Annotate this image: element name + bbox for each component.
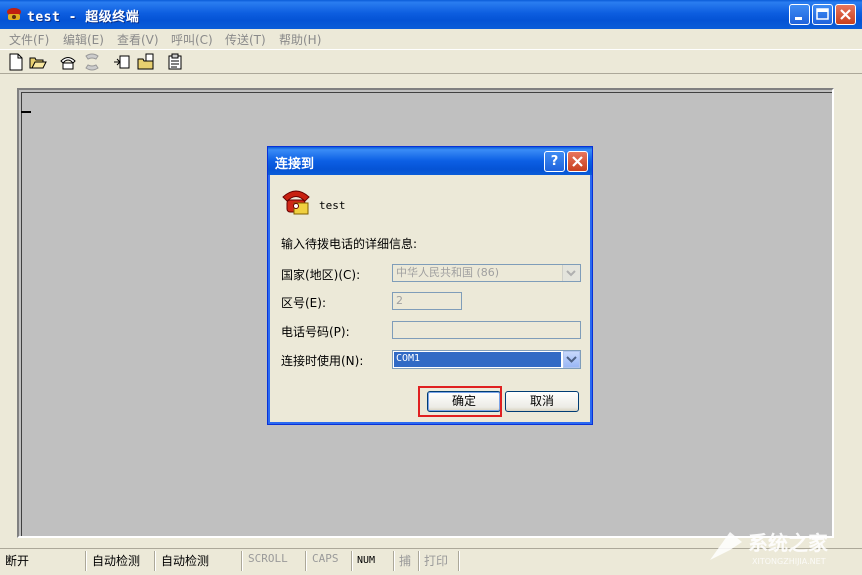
maximize-icon (816, 8, 829, 20)
phone-icon (282, 190, 310, 215)
connection-name: test (319, 199, 346, 212)
cancel-button[interactable]: 取消 (505, 391, 579, 412)
connect-to-dialog: 连接到 ? test 输入待拨电话的详细信息: 国家(地区)(C): 中华人民共… (267, 146, 593, 425)
hyperterminal-icon (7, 8, 21, 20)
title-bar[interactable]: test - 超级终端 (0, 0, 862, 29)
menu-help[interactable]: 帮助(H) (279, 31, 321, 48)
window-title: test - 超级终端 (27, 10, 140, 25)
watermark: 系统之家 XITONGZHIJIA.NET (700, 520, 860, 570)
chevron-down-icon[interactable] (563, 351, 580, 368)
connect-using-value: COM1 (394, 352, 561, 367)
text-cursor (21, 111, 31, 113)
new-icon[interactable] (7, 53, 25, 71)
ok-button-highlight (418, 386, 502, 417)
connect-using-label: 连接时使用(N): (281, 354, 364, 368)
dialog-title-bar[interactable]: 连接到 ? (268, 147, 592, 175)
svg-text:XITONGZHIJIA.NET: XITONGZHIJIA.NET (752, 557, 826, 566)
properties-icon[interactable] (167, 53, 185, 71)
connection-status: 断开 (5, 554, 30, 568)
toolbar (0, 49, 862, 74)
menu-call[interactable]: 呼叫(C) (171, 31, 213, 48)
receive-icon[interactable] (137, 53, 155, 71)
minimize-button[interactable] (789, 4, 810, 25)
area-code-label: 区号(E): (281, 296, 326, 310)
send-icon[interactable] (113, 53, 131, 71)
phone-number-field[interactable] (392, 321, 581, 339)
area-code-field[interactable]: 2 (392, 292, 462, 310)
svg-text:系统之家: 系统之家 (748, 531, 829, 555)
auto-detect-1: 自动检测 (92, 554, 141, 568)
menu-transfer[interactable]: 传送(T) (225, 31, 266, 48)
close-button[interactable] (835, 4, 856, 25)
watermark-logo: 系统之家 XITONGZHIJIA.NET (710, 531, 829, 566)
phone-number-label: 电话号码(P): (281, 325, 350, 339)
print-indicator: 打印 (424, 554, 449, 568)
auto-detect-2: 自动检测 (161, 554, 210, 568)
country-select[interactable]: 中华人民共和国 (86) (392, 264, 581, 282)
close-icon (572, 156, 583, 167)
chevron-down-icon[interactable] (562, 265, 580, 281)
help-button[interactable]: ? (544, 151, 565, 172)
dialog-close-button[interactable] (567, 151, 588, 172)
open-icon[interactable] (29, 53, 47, 71)
prompt-text: 输入待拨电话的详细信息: (281, 237, 418, 251)
num-indicator: NUM (357, 555, 376, 566)
maximize-button[interactable] (812, 4, 833, 25)
menu-file[interactable]: 文件(F) (9, 31, 49, 48)
capture-indicator: 捕 (399, 554, 412, 568)
help-icon: ? (550, 154, 559, 169)
dialog-title: 连接到 (275, 157, 315, 172)
close-icon (840, 9, 851, 20)
scroll-indicator: SCROLL (248, 552, 288, 565)
menu-bar: 文件(F) 编辑(E) 查看(V) 呼叫(C) 传送(T) 帮助(H) (0, 29, 862, 49)
vertical-scrollbar[interactable] (836, 88, 858, 538)
call-icon[interactable] (59, 53, 77, 71)
disconnect-icon[interactable] (83, 53, 101, 71)
menu-edit[interactable]: 编辑(E) (63, 31, 104, 48)
menu-view[interactable]: 查看(V) (117, 31, 159, 48)
caps-indicator: CAPS (312, 552, 339, 565)
connect-using-select[interactable]: COM1 (392, 350, 581, 369)
country-label: 国家(地区)(C): (281, 268, 361, 282)
minimize-icon (795, 17, 802, 20)
